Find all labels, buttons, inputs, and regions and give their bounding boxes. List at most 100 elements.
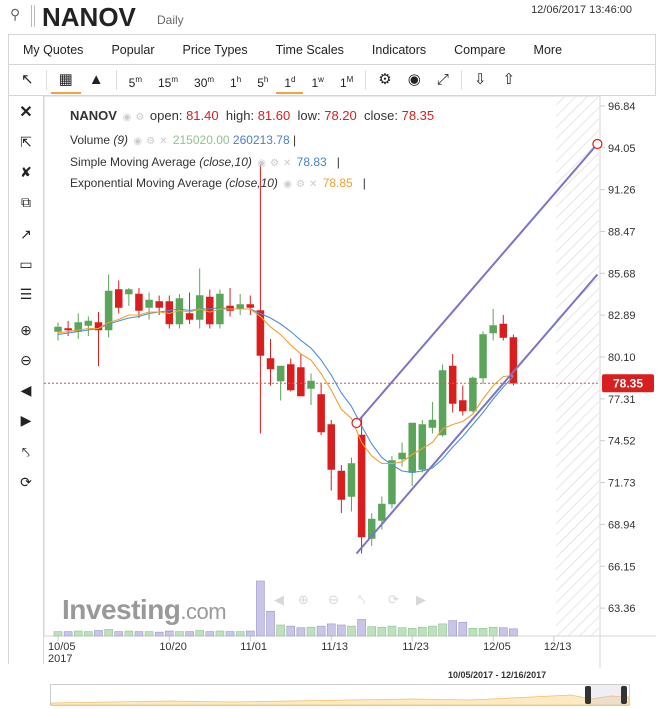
y-axis: 96.84 94.05 91.26 88.47 85.68 82.89 80.10 77.31… (600, 101, 636, 615)
x-tick-label: 12/13 (544, 641, 572, 653)
eye-icon[interactable]: ◉ (283, 179, 292, 190)
close-icon[interactable]: ✕ (9, 102, 43, 122)
menu-more[interactable]: More (520, 43, 576, 57)
candle-body (297, 367, 305, 397)
volume-bar (245, 630, 255, 637)
gear-icon[interactable]: ⚙ (296, 179, 305, 190)
fibonacci-icon[interactable]: ☰ (9, 286, 43, 303)
time-navigator[interactable] (50, 684, 630, 706)
zoom-reset-icon[interactable]: ⟳ (9, 474, 43, 491)
delete-drawings-icon[interactable]: ✘ (9, 164, 43, 181)
gear-icon[interactable]: ⚙ (370, 66, 399, 94)
volume-bar (347, 625, 356, 637)
zoom-in-icon[interactable]: ⊕ (9, 322, 43, 339)
candle-body (135, 293, 143, 311)
legend-open-value: 81.40 (186, 108, 219, 123)
volume-bar (448, 620, 457, 637)
menu-my-quotes[interactable]: My Quotes (9, 43, 97, 57)
navigator-left-handle[interactable] (585, 686, 591, 704)
y-tick-label: 91.26 (608, 185, 636, 197)
zoom-reset-icon[interactable]: ⟳ (388, 593, 399, 608)
candle-body (114, 289, 123, 308)
mountain-chart-icon[interactable]: ▲ (81, 66, 112, 94)
y-tick-label: 63.36 (608, 603, 636, 615)
scroll-right-icon[interactable]: ▶ (416, 593, 426, 608)
x-tick-label: 10/05 (48, 641, 76, 653)
clone-icon[interactable]: ⧉ (9, 194, 43, 211)
menu-price-types[interactable]: Price Types (169, 43, 262, 57)
volume-bar (114, 631, 124, 637)
volume-bar (276, 624, 285, 637)
zoom-in-icon[interactable]: ⊕ (298, 593, 309, 608)
close-icon[interactable]: ✕ (159, 136, 167, 147)
volume-bar (63, 631, 73, 637)
gear-icon[interactable]: ⚙ (135, 112, 144, 123)
legend-ema-label: Exponential Moving Average (70, 176, 222, 190)
timeframe-1M[interactable]: 1M (332, 66, 361, 94)
fullscreen-icon[interactable]: ⤢ (429, 66, 457, 94)
gear-icon[interactable]: ⚙ (270, 158, 279, 169)
volume-bar (225, 631, 235, 637)
candle-body (266, 358, 275, 370)
zoom-fit-icon[interactable]: ⤣ (358, 593, 365, 608)
candlestick-icon[interactable]: ▦ (50, 66, 81, 94)
candle-body (236, 304, 244, 310)
menu-popular[interactable]: Popular (97, 43, 168, 57)
scroll-right-icon[interactable]: ▶ (9, 412, 43, 429)
camera-icon[interactable]: ◉ (400, 66, 429, 94)
cursor-icon[interactable]: ↖ (13, 66, 42, 94)
timeframe-1d[interactable]: 1d (276, 66, 304, 94)
volume-bar (418, 626, 427, 637)
y-tick-label: 88.47 (608, 226, 636, 238)
search-icon[interactable]: ⚲ (10, 6, 20, 23)
datetime-label: 12/06/2017 13:46:00 (531, 4, 632, 16)
legend-volume-param: (9) (113, 133, 129, 147)
timeframe-5m[interactable]: 5m (121, 66, 150, 94)
timeframe-30m[interactable]: 30m (186, 66, 222, 94)
volume-bar (377, 626, 387, 637)
close-icon[interactable]: ✕ (283, 158, 291, 169)
zoom-fit-icon[interactable]: ⤣ (9, 444, 43, 461)
volume-bar (438, 623, 447, 637)
trendline-icon[interactable]: ↗ (9, 226, 43, 243)
candle-body (479, 334, 487, 379)
zoom-out-icon[interactable]: ⊖ (328, 593, 339, 608)
timeframe-1h[interactable]: 1h (222, 66, 249, 94)
legend-ema-value: 78.85 (322, 176, 353, 190)
zoom-out-icon[interactable]: ⊖ (9, 352, 43, 369)
y-tick-label: 66.15 (608, 561, 636, 573)
crosshair-cursor-icon[interactable]: ⇱ (9, 134, 43, 151)
candle-body (408, 422, 416, 473)
menu-indicators[interactable]: Indicators (358, 43, 440, 57)
menu-compare[interactable]: Compare (440, 43, 519, 57)
legend-open-label: open: (149, 108, 183, 123)
eye-icon[interactable]: ◉ (257, 158, 266, 169)
scroll-left-icon[interactable]: ◀ (9, 382, 43, 399)
svg-text:78.35: 78.35 (613, 376, 643, 390)
legend-sma-param: (close,10) (199, 155, 252, 169)
eye-icon[interactable]: ◉ (123, 112, 132, 123)
volume-bar (326, 623, 336, 637)
close-icon[interactable]: ✕ (309, 179, 317, 190)
candle-body (195, 295, 204, 320)
gear-icon[interactable]: ⚙ (146, 136, 155, 147)
eye-icon[interactable]: ◉ (133, 136, 142, 147)
volume-bar (256, 580, 265, 637)
candle-body (125, 289, 133, 295)
menu-time-scales[interactable]: Time Scales (262, 43, 358, 57)
drawing-tools-sidebar: ✕ ⇱ ✘ ⧉ ↗ ▭ ☰ ⊕ ⊖ ◀ ▶ ⤣ ⟳ (8, 96, 44, 664)
rectangle-icon[interactable]: ▭ (9, 256, 43, 273)
timeframe-5h[interactable]: 5h (249, 66, 276, 94)
navigator-right-handle[interactable] (621, 686, 627, 704)
download-icon[interactable]: ⇩ (466, 66, 495, 94)
timeframe-15m[interactable]: 15m (150, 66, 186, 94)
timeframe-1w[interactable]: 1w (303, 66, 331, 94)
volume-bar (266, 610, 275, 637)
candle-body (276, 365, 285, 382)
upload-icon[interactable]: ⇧ (494, 66, 523, 94)
y-tick-label: 96.84 (608, 101, 636, 113)
legend-close-value: 78.35 (401, 108, 435, 123)
candle-body (499, 323, 508, 338)
y-tick-label: 74.52 (608, 436, 636, 448)
scroll-left-icon[interactable]: ◀ (274, 593, 284, 608)
